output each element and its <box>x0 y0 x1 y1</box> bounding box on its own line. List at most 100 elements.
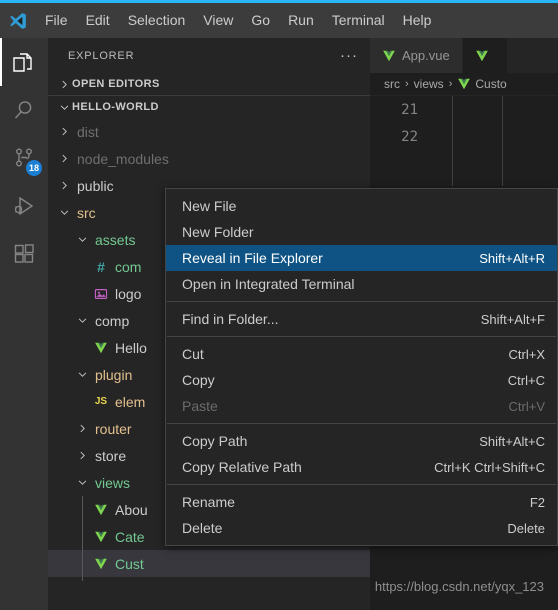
context-menu-item-shortcut: Shift+Alt+C <box>479 433 545 449</box>
chevron-down-icon[interactable] <box>56 205 72 221</box>
vscode-logo <box>0 3 36 38</box>
chevron-right-icon[interactable] <box>74 448 90 464</box>
run-and-debug-icon[interactable] <box>0 182 48 230</box>
context-menu-item-shortcut: F2 <box>529 494 545 510</box>
tree-item-label: store <box>95 447 127 464</box>
context-menu-item-find-in-folder[interactable]: Find in Folder... Shift+Alt+F <box>166 306 557 332</box>
context-menu-item-copy-relative-path[interactable]: Copy Relative Path Ctrl+K Ctrl+Shift+C <box>166 454 557 480</box>
js-file-icon: JS <box>94 396 108 407</box>
menu-item-selection[interactable]: Selection <box>119 3 195 38</box>
menu-item-terminal[interactable]: Terminal <box>323 3 394 38</box>
editor-tab-bar: App.vue <box>370 38 558 73</box>
tree-item-label: comp <box>95 312 130 329</box>
more-actions-icon[interactable]: ··· <box>340 48 358 63</box>
code-editor[interactable]: 21 22 <box>370 95 558 186</box>
source-control-badge: 18 <box>25 160 42 176</box>
editor-tab-partial[interactable] <box>462 38 508 73</box>
context-menu-item-label: Paste <box>182 398 218 414</box>
tree-item-label: node_modules <box>77 150 169 167</box>
breadcrumb-item[interactable]: Custo <box>475 77 506 91</box>
context-menu-item-label: Open in Integrated Terminal <box>182 276 355 292</box>
editor-tab-app-vue[interactable]: App.vue <box>370 38 463 73</box>
tree-folder-dist[interactable]: dist <box>48 118 370 145</box>
chevron-down-icon[interactable] <box>74 232 90 248</box>
context-menu-item-shortcut: Ctrl+C <box>507 372 545 388</box>
menu-item-file[interactable]: File <box>36 3 77 38</box>
explorer-title: EXPLORER <box>68 49 135 62</box>
context-menu-item-label: Copy Path <box>182 433 248 449</box>
chevron-down-icon[interactable] <box>74 475 90 491</box>
breadcrumb-item[interactable]: src <box>384 77 400 91</box>
menu-separator <box>167 484 556 485</box>
tree-folder-node-modules[interactable]: node_modules <box>48 145 370 172</box>
context-menu-item-label: Copy Relative Path <box>182 459 302 475</box>
menu-item-edit[interactable]: Edit <box>77 3 119 38</box>
menu-item-view[interactable]: View <box>194 3 242 38</box>
context-menu-item-reveal-in-file-explorer[interactable]: Reveal in File Explorer Shift+Alt+R <box>166 245 557 271</box>
chevron-right-icon[interactable] <box>74 421 90 437</box>
chevron-right-icon[interactable] <box>56 124 72 140</box>
tree-file-cust[interactable]: Cust <box>48 550 370 577</box>
breadcrumb-separator-icon: › <box>405 78 409 90</box>
vue-file-icon <box>92 528 110 546</box>
context-menu-item-new-folder[interactable]: New Folder <box>166 219 557 245</box>
line-number: 22 <box>401 128 418 145</box>
search-icon[interactable] <box>0 86 48 134</box>
menu-separator <box>167 336 556 337</box>
sidebar-section-label: OPEN EDITORS <box>72 78 160 90</box>
sidebar-section-hello-world[interactable]: HELLO-WORLD <box>48 95 370 118</box>
context-menu-item-label: Rename <box>182 494 235 510</box>
chevron-down-icon[interactable] <box>74 367 90 383</box>
chevron-down-icon[interactable] <box>74 313 90 329</box>
breadcrumb-separator-icon: › <box>448 78 453 90</box>
tree-item-label: Cust <box>115 555 144 572</box>
line-number-gutter: 21 22 <box>370 96 558 150</box>
context-menu-item-label: Find in Folder... <box>182 311 279 327</box>
source-control-icon[interactable]: 18 <box>0 134 48 182</box>
context-menu-item-label: Reveal in File Explorer <box>182 250 323 266</box>
explorer-icon[interactable] <box>0 38 48 86</box>
tree-item-label: router <box>95 420 132 437</box>
context-menu-item-label: New File <box>182 198 237 214</box>
tree-item-label: elem <box>115 393 146 410</box>
menu-item-run[interactable]: Run <box>279 3 323 38</box>
image-file-icon <box>92 285 110 303</box>
menu-item-help[interactable]: Help <box>394 3 441 38</box>
tree-item-label: Cate <box>115 528 145 545</box>
tree-item-label: plugin <box>95 366 133 383</box>
context-menu-item-shortcut: Ctrl+V <box>508 398 545 414</box>
context-menu-item-new-file[interactable]: New File <box>166 193 557 219</box>
sidebar-section-open-editors[interactable]: OPEN EDITORS <box>48 73 370 95</box>
explorer-header: EXPLORER ··· <box>48 38 370 73</box>
context-menu-item-rename[interactable]: Rename F2 <box>166 489 557 515</box>
tree-item-label: views <box>95 474 131 491</box>
breadcrumb-item[interactable]: views <box>414 77 444 91</box>
context-menu-item-delete[interactable]: Delete Delete <box>166 515 557 541</box>
context-menu-item-label: Delete <box>182 520 223 536</box>
vscode-window: File Edit Selection View Go Run Terminal Help 1… <box>0 0 558 610</box>
context-menu-item-paste: Paste Ctrl+V <box>166 393 557 419</box>
menu-separator <box>167 423 556 424</box>
tree-item-label: public <box>77 177 114 194</box>
context-menu-item-copy[interactable]: Copy Ctrl+C <box>166 367 557 393</box>
context-menu-item-label: Copy <box>182 372 215 388</box>
context-menu-item-open-in-integrated-terminal[interactable]: Open in Integrated Terminal <box>166 271 557 297</box>
vue-icon <box>457 77 471 91</box>
context-menu-item-cut[interactable]: Cut Ctrl+X <box>166 341 557 367</box>
title-bar: File Edit Selection View Go Run Terminal Help <box>0 3 558 38</box>
menu-item-go[interactable]: Go <box>242 3 279 38</box>
menu-bar: File Edit Selection View Go Run Terminal Help <box>36 3 440 38</box>
chevron-right-icon <box>56 76 72 92</box>
editor-tab-label: App.vue <box>402 48 450 63</box>
editor-line: 22 <box>370 123 558 150</box>
extensions-icon[interactable] <box>0 230 48 278</box>
context-menu-item-copy-path[interactable]: Copy Path Shift+Alt+C <box>166 428 557 454</box>
vue-icon <box>475 49 489 63</box>
vue-file-icon <box>92 501 110 519</box>
chevron-right-icon[interactable] <box>56 151 72 167</box>
menu-separator <box>167 301 556 302</box>
chevron-right-icon[interactable] <box>56 178 72 194</box>
explorer-context-menu[interactable]: New File New Folder Reveal in File Explore… <box>165 188 558 546</box>
editor-vertical-rule <box>452 96 453 186</box>
breadcrumb: src › views › Custo <box>370 73 558 95</box>
